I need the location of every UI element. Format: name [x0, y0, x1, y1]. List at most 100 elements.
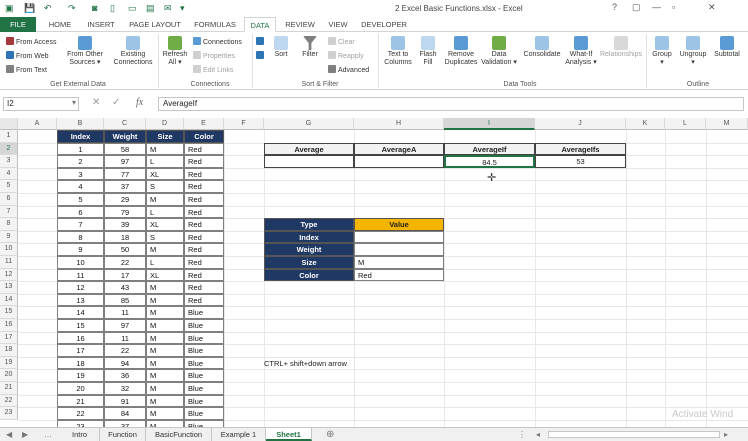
row-header-11[interactable]: 11 [0, 256, 18, 269]
table-cell[interactable]: 22 [104, 344, 146, 357]
save-icon[interactable]: 💾 [24, 3, 35, 14]
row-header-9[interactable]: 9 [0, 230, 18, 244]
table-cell[interactable]: M [146, 319, 184, 332]
criteria-value-index[interactable] [354, 230, 444, 244]
avg-header-average[interactable]: Average [264, 142, 354, 156]
avg-value-averageif[interactable]: 84.5 [444, 155, 535, 168]
table-cell[interactable]: 9 [57, 243, 104, 256]
table-cell[interactable]: Red [184, 218, 224, 231]
clear-button[interactable]: Clear [328, 37, 355, 47]
table-cell[interactable]: XL [146, 218, 184, 231]
table-cell[interactable]: 11 [57, 268, 104, 282]
from-web-button[interactable]: From Web [6, 51, 49, 61]
tab-review[interactable]: REVIEW [282, 17, 318, 32]
column-header-a[interactable]: A [18, 118, 57, 130]
table-cell[interactable]: 37 [104, 419, 146, 427]
from-access-button[interactable]: From Access [6, 37, 56, 47]
formula-input[interactable]: AverageIf [158, 97, 744, 111]
tab-home[interactable]: HOME [42, 17, 78, 32]
table-header-color[interactable]: Color [184, 130, 224, 143]
table-cell[interactable]: M [146, 394, 184, 408]
table-cell[interactable]: 16 [57, 331, 104, 345]
row-header-1[interactable]: 1 [0, 130, 18, 143]
table-cell[interactable]: 36 [104, 369, 146, 382]
table-cell[interactable]: Red [184, 243, 224, 256]
table-cell[interactable]: Blue [184, 419, 224, 427]
refresh-all-button[interactable]: Refresh All ▾ [160, 36, 190, 67]
tab-view[interactable]: VIEW [324, 17, 352, 32]
table-cell[interactable]: 21 [57, 394, 104, 408]
row-header-4[interactable]: 4 [0, 167, 18, 181]
table-cell[interactable]: 39 [104, 218, 146, 231]
email-icon[interactable]: ✉ [164, 3, 172, 14]
table-cell[interactable]: 22 [57, 407, 104, 420]
table-cell[interactable]: 19 [57, 369, 104, 382]
sheet-tab-example-1[interactable]: Example 1 [212, 428, 266, 441]
criteria-header-type[interactable]: Type [264, 218, 354, 231]
row-header-16[interactable]: 16 [0, 319, 18, 332]
restore-icon[interactable]: ▫ [672, 2, 675, 12]
table-cell[interactable]: Blue [184, 319, 224, 332]
undo-icon[interactable]: ↶ [44, 3, 52, 14]
criteria-type-size[interactable]: Size [264, 256, 354, 269]
open-file-icon[interactable]: ▭ [128, 3, 137, 14]
relationships-button[interactable]: Relationships [598, 36, 644, 59]
close-icon[interactable]: ✕ [708, 2, 716, 13]
flash-fill-button[interactable]: Flash Fill [416, 36, 440, 67]
table-cell[interactable]: 8 [57, 230, 104, 244]
table-cell[interactable]: Red [184, 293, 224, 307]
table-cell[interactable]: Red [184, 256, 224, 269]
sort-button[interactable]: Sort [270, 36, 292, 59]
table-cell[interactable]: Red [184, 142, 224, 156]
more-sheets-icon[interactable]: … [44, 428, 52, 441]
tab-data[interactable]: DATA [244, 17, 276, 32]
table-cell[interactable]: Blue [184, 369, 224, 382]
row-header-2[interactable]: 2 [0, 142, 18, 156]
sheet-tab-sheet1[interactable]: Sheet1 [266, 428, 312, 441]
consolidate-button[interactable]: Consolidate [520, 36, 564, 59]
column-header-g[interactable]: G [264, 118, 354, 130]
row-header-12[interactable]: 12 [0, 268, 18, 282]
table-cell[interactable]: 94 [104, 356, 146, 370]
table-cell[interactable]: 1 [57, 142, 104, 156]
column-header-b[interactable]: B [57, 118, 104, 130]
table-cell[interactable]: Blue [184, 407, 224, 420]
row-header-15[interactable]: 15 [0, 306, 18, 319]
table-cell[interactable]: 43 [104, 281, 146, 294]
row-header-17[interactable]: 17 [0, 331, 18, 345]
new-file-icon[interactable]: ▯ [110, 3, 115, 14]
table-cell[interactable]: Red [184, 167, 224, 181]
row-header-14[interactable]: 14 [0, 293, 18, 307]
table-header-weight[interactable]: Weight [104, 130, 146, 143]
table-cell[interactable]: 58 [104, 142, 146, 156]
row-header-10[interactable]: 10 [0, 243, 18, 256]
table-cell[interactable]: M [146, 142, 184, 156]
advanced-button[interactable]: Advanced [328, 65, 369, 75]
help-icon[interactable]: ? [612, 2, 617, 12]
row-header-8[interactable]: 8 [0, 218, 18, 231]
reapply-button[interactable]: Reapply [328, 51, 364, 61]
column-header-i[interactable]: I [444, 118, 535, 130]
table-cell[interactable]: 32 [104, 382, 146, 395]
avg-header-averageifs[interactable]: AverageIfs [535, 142, 626, 156]
table-cell[interactable]: Red [184, 193, 224, 206]
criteria-value-color[interactable]: Red [354, 268, 444, 282]
column-header-e[interactable]: E [184, 118, 224, 130]
table-cell[interactable]: M [146, 369, 184, 382]
table-cell[interactable]: 11 [104, 331, 146, 345]
worksheet-grid[interactable]: ABCDEFGHIJKLM 1 2 3 4 5 6 7 8 9 10 11 12 13 14 15 16 17 1… [0, 118, 748, 427]
criteria-header-value[interactable]: Value [354, 218, 444, 231]
criteria-type-color[interactable]: Color [264, 268, 354, 282]
text-to-columns-button[interactable]: Text to Columns [382, 36, 414, 67]
column-header-h[interactable]: H [354, 118, 444, 130]
from-other-sources-button[interactable]: From Other Sources ▾ [62, 36, 108, 67]
criteria-type-weight[interactable]: Weight [264, 243, 354, 256]
minimize-icon[interactable]: — [652, 2, 661, 12]
row-header-23[interactable]: 23 [0, 407, 18, 420]
tab-file[interactable]: FILE [0, 17, 36, 32]
table-header-index[interactable]: Index [57, 130, 104, 143]
row-header-5[interactable]: 5 [0, 180, 18, 193]
row-header-20[interactable]: 20 [0, 369, 18, 382]
what-if-analysis-button[interactable]: What-If Analysis ▾ [564, 36, 598, 67]
column-header-k[interactable]: K [626, 118, 665, 130]
